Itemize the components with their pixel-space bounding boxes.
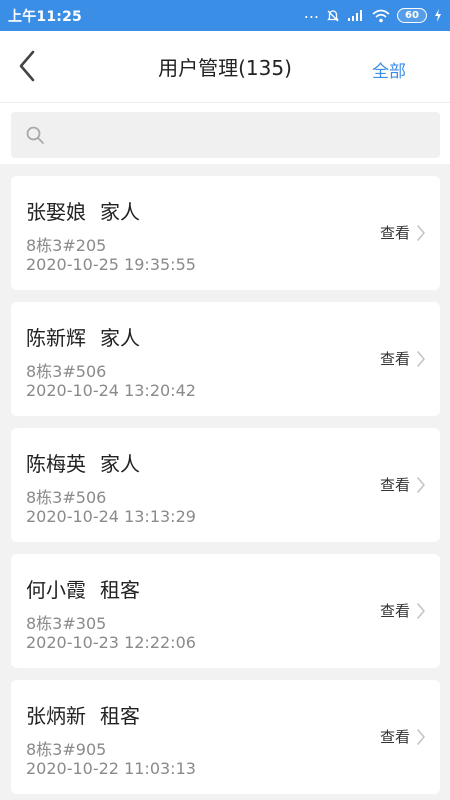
- view-label: 查看: [379, 476, 410, 494]
- header-bar: 用户管理(135) 全部: [0, 31, 450, 102]
- user-role: 家人: [100, 326, 140, 350]
- user-time: 2020-10-22 11:03:13: [26, 759, 196, 778]
- view-button[interactable]: 查看: [380, 600, 426, 621]
- user-name: 陈梅英: [26, 452, 86, 476]
- user-address: 8栋3#506: [26, 362, 107, 381]
- view-label: 查看: [379, 728, 410, 746]
- chevron-right-icon: [417, 350, 425, 367]
- signal-icon: [348, 10, 362, 21]
- user-name: 陈新辉: [26, 326, 86, 350]
- view-label: 查看: [379, 350, 410, 368]
- user-name-line: 张炳新 租客: [26, 700, 140, 729]
- more-dots-icon: ...: [303, 2, 319, 22]
- filter-all-button[interactable]: 全部: [372, 57, 406, 82]
- status-time: 上午11:25: [8, 8, 82, 25]
- user-name-line: 陈梅英 家人: [26, 448, 140, 477]
- user-name: 张炳新: [26, 704, 86, 728]
- status-bar: 上午11:25 ... 60: [0, 0, 450, 31]
- chevron-right-icon: [417, 728, 425, 745]
- user-name: 张娶娘: [26, 200, 86, 224]
- status-icons: ... 60: [303, 2, 442, 23]
- battery-icon: 60: [397, 8, 427, 23]
- user-time: 2020-10-25 19:35:55: [26, 255, 196, 274]
- user-name-line: 何小霞 租客: [26, 574, 140, 603]
- page-title: 用户管理(135): [158, 56, 292, 80]
- view-label: 查看: [379, 602, 410, 620]
- wifi-icon: [372, 9, 390, 22]
- user-card[interactable]: 张娶娘 家人 8栋3#205 2020-10-25 19:35:55 查看: [11, 176, 440, 290]
- search-box[interactable]: [11, 112, 440, 158]
- charging-icon: [435, 9, 441, 22]
- back-button[interactable]: [10, 46, 44, 86]
- chevron-right-icon: [417, 476, 425, 493]
- user-name: 何小霞: [26, 578, 86, 602]
- user-time: 2020-10-24 13:13:29: [26, 507, 196, 526]
- user-role: 租客: [100, 704, 140, 728]
- search-input[interactable]: [53, 124, 413, 146]
- search-icon: [26, 126, 44, 144]
- user-card[interactable]: 陈梅英 家人 8栋3#506 2020-10-24 13:13:29 查看: [11, 428, 440, 542]
- user-role: 家人: [100, 200, 140, 224]
- battery-level: 60: [405, 10, 419, 21]
- chevron-left-icon: [19, 50, 35, 82]
- user-time: 2020-10-24 13:20:42: [26, 381, 196, 400]
- user-time: 2020-10-23 12:22:06: [26, 633, 196, 652]
- bell-muted-icon: [327, 9, 339, 21]
- chevron-right-icon: [417, 602, 425, 619]
- view-button[interactable]: 查看: [380, 474, 426, 495]
- search-bar: [0, 102, 450, 164]
- user-role: 家人: [100, 452, 140, 476]
- view-label: 查看: [379, 224, 410, 242]
- chevron-right-icon: [417, 224, 425, 241]
- user-card[interactable]: 陈新辉 家人 8栋3#506 2020-10-24 13:20:42 查看: [11, 302, 440, 416]
- user-name-line: 陈新辉 家人: [26, 322, 140, 351]
- user-role: 租客: [100, 578, 140, 602]
- user-address: 8栋3#506: [26, 488, 107, 507]
- user-name-line: 张娶娘 家人: [26, 196, 140, 225]
- view-button[interactable]: 查看: [380, 222, 426, 243]
- view-button[interactable]: 查看: [380, 348, 426, 369]
- user-card[interactable]: 何小霞 租客 8栋3#305 2020-10-23 12:22:06 查看: [11, 554, 440, 668]
- user-address: 8栋3#305: [26, 614, 107, 633]
- user-address: 8栋3#905: [26, 740, 107, 759]
- user-address: 8栋3#205: [26, 236, 107, 255]
- user-card[interactable]: 张炳新 租客 8栋3#905 2020-10-22 11:03:13 查看: [11, 680, 440, 794]
- view-button[interactable]: 查看: [380, 726, 426, 747]
